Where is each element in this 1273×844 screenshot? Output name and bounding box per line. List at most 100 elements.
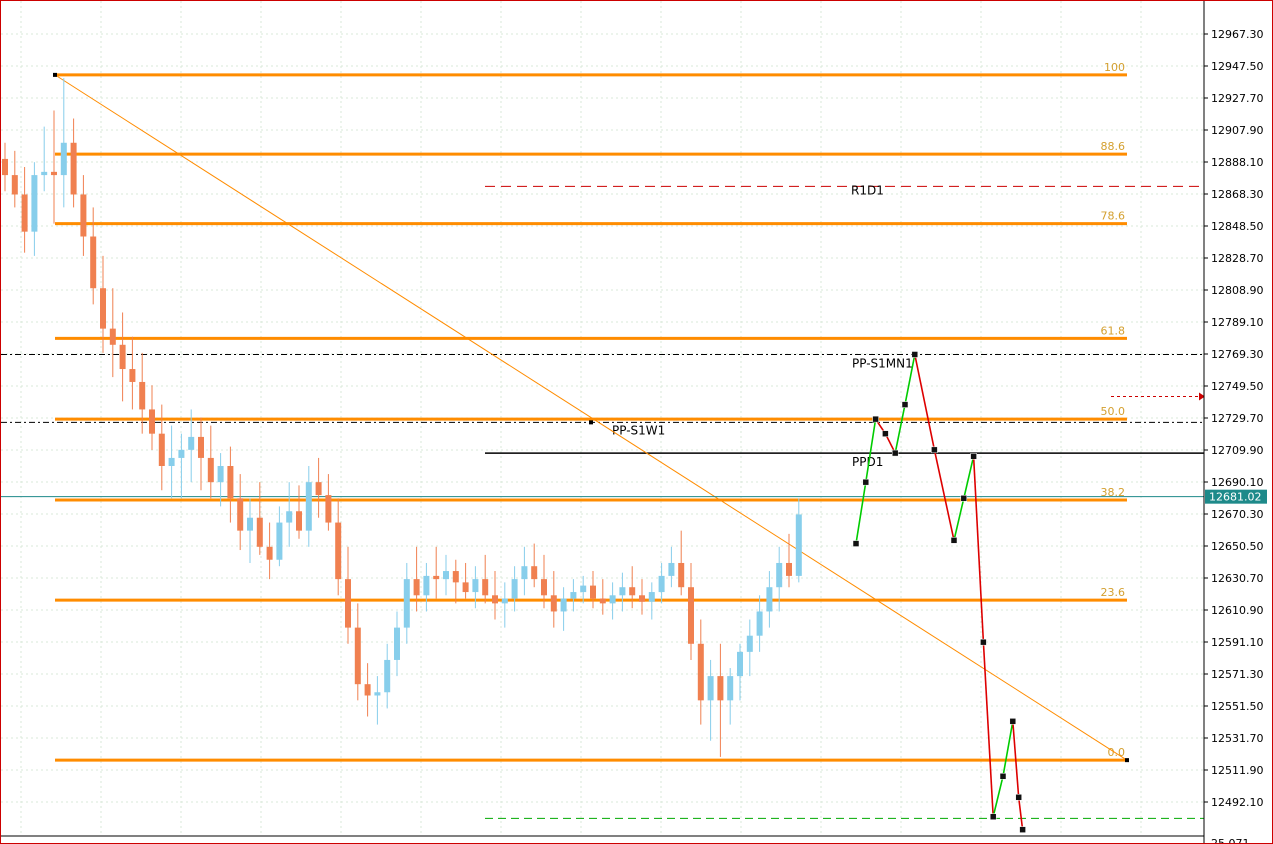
candle-body — [472, 579, 479, 593]
candle-body — [423, 575, 430, 596]
candle-body — [100, 288, 106, 329]
path-segment-down — [982, 642, 994, 817]
axis-tick-label: 12749.50 — [1211, 380, 1264, 393]
candle-body — [70, 142, 77, 195]
candle-body — [158, 433, 165, 466]
candle-body — [639, 595, 645, 602]
axis-tick-label: 12630.70 — [1211, 572, 1264, 585]
candle-body — [697, 643, 704, 701]
path-marker — [891, 449, 899, 457]
candle-body — [403, 579, 410, 628]
candle-body — [727, 676, 734, 701]
candle-body — [305, 482, 312, 531]
candle-body — [286, 511, 293, 523]
candle-body — [678, 562, 685, 588]
candle-body — [590, 585, 596, 599]
candle-body — [707, 676, 714, 701]
axis-tick-label: 12650.50 — [1211, 540, 1264, 553]
candle-body — [648, 592, 655, 602]
axis-tick-label: 12789.10 — [1211, 316, 1264, 329]
axis-tick-label: 12808.90 — [1211, 284, 1264, 297]
axis-tick-label: 12848.50 — [1211, 220, 1264, 233]
path-marker — [911, 351, 919, 358]
candle-body — [521, 566, 528, 580]
candle-body — [619, 587, 626, 596]
candle-body — [60, 142, 67, 176]
candle-body — [737, 651, 743, 677]
candle-body — [756, 611, 763, 636]
axis-tick-label: 12591.10 — [1211, 636, 1264, 649]
candlestick-chart[interactable]: 10088.678.661.850.038.223.60.0R1D1PP-S1M… — [1, 1, 1272, 843]
path-marker — [862, 478, 870, 486]
path-segment-up — [855, 482, 867, 544]
trend-anchor — [589, 420, 593, 425]
candle-body — [462, 582, 469, 593]
candle-body — [413, 579, 420, 596]
candle-body — [119, 344, 126, 370]
path-segment-up — [894, 404, 906, 454]
candle-body — [629, 587, 636, 596]
path-segment-up — [992, 776, 1004, 817]
candle-body — [11, 175, 18, 195]
axis-tick-label: 12492.10 — [1211, 796, 1264, 809]
candle-body — [31, 175, 38, 232]
candle-body — [345, 579, 351, 628]
path-marker — [1015, 794, 1022, 801]
candle-body — [531, 566, 538, 580]
candle-body — [247, 517, 253, 531]
fib-level-label: 61.8 — [1101, 324, 1126, 337]
path-segment-down — [933, 449, 955, 541]
candle-body — [374, 692, 381, 696]
pivot-label: PP-S1MN1 — [852, 356, 913, 370]
path-marker — [980, 638, 987, 646]
trend-anchor — [1125, 758, 1129, 763]
candle-body — [443, 571, 449, 580]
candle-body — [776, 562, 783, 588]
path-marker — [872, 415, 879, 423]
candle-body — [501, 598, 508, 604]
axis-tick-label: 12967.30 — [1211, 28, 1264, 41]
path-marker — [950, 537, 958, 544]
candle-body — [227, 466, 234, 499]
candle-body — [609, 595, 616, 604]
fib-level-label: 88.6 — [1101, 140, 1126, 153]
candle-body — [325, 495, 332, 523]
path-marker — [901, 401, 909, 408]
path-segment-up — [963, 456, 975, 499]
axis-tick-label: 12690.10 — [1211, 476, 1264, 489]
axis-tick-label: 12947.50 — [1211, 60, 1264, 73]
axis-tick-label: 12828.70 — [1211, 252, 1264, 265]
candle-body — [580, 585, 587, 593]
candle-body — [795, 514, 802, 576]
candle-body — [149, 409, 155, 434]
candle-body — [511, 579, 518, 599]
candle-body — [364, 684, 371, 696]
path-segment-down — [972, 456, 985, 643]
path-marker — [931, 446, 938, 454]
candle-body — [51, 171, 57, 176]
path-marker — [999, 773, 1007, 780]
candle-body — [276, 522, 283, 560]
path-segment-up — [953, 498, 965, 541]
path-marker — [882, 430, 889, 437]
axis-bottom-label: 25.071 — [1211, 837, 1250, 843]
path-marker — [960, 495, 968, 502]
candle-body — [90, 236, 97, 289]
candle-body — [198, 436, 204, 458]
path-marker — [970, 453, 977, 460]
candle-body — [786, 562, 792, 576]
axis-tick-label: 12531.70 — [1211, 732, 1264, 745]
candle-body — [717, 676, 724, 701]
axis-tick-label: 12571.30 — [1211, 668, 1264, 681]
candle-body — [492, 595, 498, 604]
candle-body — [129, 369, 136, 382]
chart-container: 100 88.6 78.6 61.8 50.0 38.2 23.6 0.0 R1D1 PP-S1M… — [0, 0, 1273, 844]
path-segment-up — [1002, 721, 1014, 777]
candle-body — [217, 466, 224, 483]
axis-tick-label: 12709.90 — [1211, 444, 1264, 457]
candle-body — [452, 571, 459, 583]
path-marker — [1019, 826, 1026, 833]
candle-body — [315, 482, 322, 496]
path-segment-up — [865, 419, 877, 483]
candle-body — [599, 598, 606, 604]
